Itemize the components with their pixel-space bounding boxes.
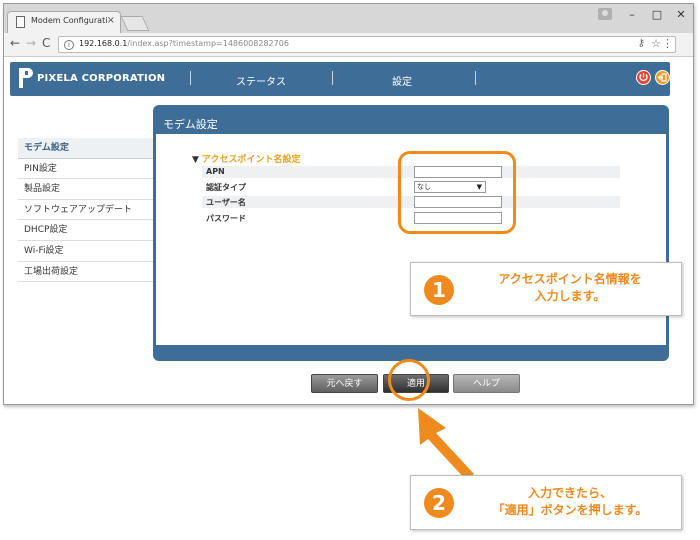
user-profile-icon[interactable] [598,8,612,20]
address-bar[interactable]: i 192.168.0.1/index.asp?timestamp=148600… [58,36,676,53]
back-arrow-icon[interactable]: ← [10,36,20,50]
pixela-logo-icon [19,68,33,88]
step-two-line2: 「適用」ボタンを押します。 [492,503,648,517]
window-minimize-button[interactable]: – [621,6,643,24]
info-icon[interactable]: i [64,40,74,50]
nav-status-link[interactable]: ステータス [236,73,286,88]
web-page: PIXELA CORPORATION ステータス 設定 モデム設定 PIN設定 … [4,58,693,404]
step-one-line2: 入力します。 [534,289,606,303]
page-icon [16,16,25,28]
sidebar-item-factory-reset[interactable]: 工場出荷設定 [18,262,154,283]
tab-title: Modem Configuration In [31,16,107,25]
window-maximize-button[interactable]: □ [646,6,668,24]
revert-button[interactable]: 元へ戻す [311,374,378,393]
window-close-button[interactable]: ✕ [670,6,692,24]
url-text: 192.168.0.1/index.asp?timestamp=14860082… [79,39,289,48]
nav-divider [475,71,476,85]
apn-label: APN [206,167,225,176]
new-tab-button[interactable] [120,16,150,31]
power-icon[interactable] [636,70,651,85]
brand-name: PIXELA CORPORATION [37,73,166,84]
sidebar-item-pin-settings[interactable]: PIN設定 [18,159,154,180]
key-icon[interactable]: ⚷ [638,38,645,49]
settings-sidebar: モデム設定 PIN設定 製品設定 ソフトウェアアップデート DHCP設定 Wi-… [18,138,154,283]
help-button[interactable]: ヘルプ [453,374,520,393]
step-one-text: アクセスポイント名情報を 入力します。 [467,271,673,305]
sidebar-item-modem-settings[interactable]: モデム設定 [18,138,154,159]
logout-icon[interactable] [655,70,670,85]
browser-window: Modem Configuration In × – □ ✕ ← → C i 1… [3,3,694,405]
step-two-badge: 2 [424,488,454,518]
password-label: パスワード [206,214,246,223]
callout-step-two: 2 入力できたら、 「適用」ボタンを押します。 [410,475,682,530]
menu-kebab-icon[interactable]: ⋮ [662,37,673,50]
browser-titlebar: Modem Configuration In × – □ ✕ [4,4,693,33]
browser-tab[interactable]: Modem Configuration In × [7,11,121,33]
pointer-arrow-icon [418,408,474,480]
screenshot-root: Modem Configuration In × – □ ✕ ← → C i 1… [0,0,700,540]
callout-step-one: 1 アクセスポイント名情報を 入力します。 [410,262,682,316]
section-title: ▼ アクセスポイント名設定 [192,152,300,165]
url-path: /index.asp?timestamp=1486008282706 [127,39,289,48]
section-title-text: アクセスポイント名設定 [201,155,301,165]
nav-settings-link[interactable]: 設定 [392,73,412,88]
reload-icon[interactable]: C [42,36,50,50]
step-one-badge: 1 [424,275,454,305]
sidebar-item-product-settings[interactable]: 製品設定 [18,179,154,200]
forward-arrow-icon[interactable]: → [26,36,36,50]
triangle-down-icon: ▼ [192,155,199,165]
sidebar-item-dhcp-settings[interactable]: DHCP設定 [18,220,154,241]
nav-divider [332,71,333,85]
step-one-line1: アクセスポイント名情報を [498,272,642,286]
input-fields-highlight [398,151,516,234]
url-host: 192.168.0.1 [79,39,128,48]
bookmark-star-icon[interactable]: ☆ [651,37,661,50]
site-header: PIXELA CORPORATION ステータス 設定 [10,62,670,96]
panel-title: モデム設定 [163,118,218,131]
sidebar-item-software-update[interactable]: ソフトウェアアップデート [18,200,154,221]
apply-button-highlight [388,359,430,401]
step-two-line1: 入力できたら、 [527,486,612,500]
tab-close-icon[interactable]: × [107,15,115,26]
username-label: ユーザー名 [206,198,246,207]
sidebar-item-wifi-settings[interactable]: Wi-Fi設定 [18,241,154,262]
nav-divider [190,71,191,85]
step-two-text: 入力できたら、 「適用」ボタンを押します。 [467,485,673,519]
auth-type-label: 認証タイプ [206,183,246,192]
browser-toolbar: ← → C i 192.168.0.1/index.asp?timestamp=… [4,33,693,57]
